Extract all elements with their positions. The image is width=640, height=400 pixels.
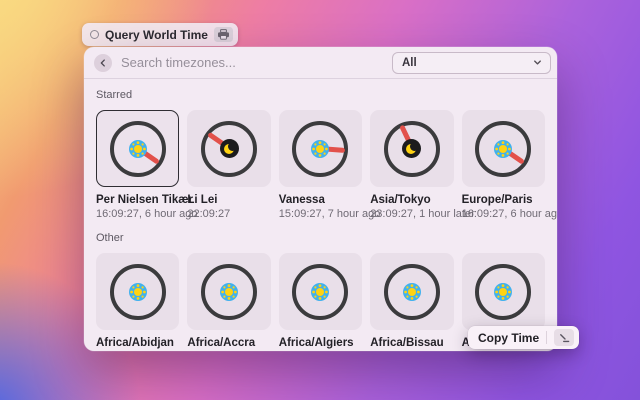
timezone-time: 16:09:27, 6 hour ago [462,209,545,220]
timezone-name: Li Lei [187,194,270,206]
launcher-pill[interactable]: Query World Time [82,23,238,46]
timezone-cell: Li Lei 22:09:27 [187,110,270,220]
timezone-card[interactable] [462,110,545,187]
timezone-name: Europe/Paris [462,194,545,206]
clock-face [110,264,166,320]
timezone-card[interactable] [462,253,545,330]
timezone-cell: Europe/Paris 16:09:27, 6 hour ago [462,110,545,220]
tooltip-divider [546,331,547,344]
copy-time-label: Copy Time [478,331,539,345]
timezone-card[interactable] [187,253,270,330]
timezone-card[interactable] [370,110,453,187]
clock-face [292,264,348,320]
timezone-cell: Africa/Accra [187,253,270,349]
command-circle-icon [90,30,99,39]
timezone-time: 16:09:27, 6 hour ago [96,209,179,220]
timezone-name: Vanessa [279,194,362,206]
day-night-icon [129,283,147,301]
timezone-card[interactable] [279,110,362,187]
timezone-card[interactable] [370,253,453,330]
timezone-cell: Africa/Abidjan [96,253,179,349]
timezone-card[interactable] [187,110,270,187]
clock-face [475,121,531,177]
dropdown-value: All [402,57,417,69]
day-night-icon [220,139,239,158]
section-label-starred: Starred [96,89,545,102]
day-night-icon [220,283,238,301]
day-night-icon [311,283,329,301]
timezone-time: 23:09:27, 1 hour later [370,209,453,220]
timezone-time: 22:09:27 [187,209,270,220]
day-night-icon [494,140,512,158]
filter-dropdown[interactable]: All [392,52,551,74]
clock-face [384,121,440,177]
back-button[interactable] [94,54,112,72]
clock-face [292,121,348,177]
timezone-name: Africa/Accra [187,337,270,349]
timezone-card[interactable] [96,110,179,187]
world-time-panel: All Starred Per Nielsen Ti [84,47,557,351]
timezone-cell: Africa/Bissau [370,253,453,349]
timezone-name: Africa/Abidjan [96,337,179,349]
day-night-icon [402,139,421,158]
day-night-icon [494,283,512,301]
chevron-left-icon [98,58,108,68]
enter-key-icon [554,329,574,346]
clock-face [201,121,257,177]
timezone-cell: Asia/Tokyo 23:09:27, 1 hour later [370,110,453,220]
timezone-card[interactable] [96,253,179,330]
timezone-name: Africa/Bissau [370,337,453,349]
day-night-icon [403,283,421,301]
clock-face [384,264,440,320]
panel-content: Starred Per Nielsen Tikær 16:09:27, 6 ho… [84,89,557,349]
timezone-time: 15:09:27, 7 hour ago [279,209,362,220]
day-night-icon [129,140,147,158]
clock-face [201,264,257,320]
command-label: Query World Time [105,28,208,42]
timezone-cell: Per Nielsen Tikær 16:09:27, 6 hour ago [96,110,179,220]
day-night-icon [311,140,329,158]
chevron-down-icon [532,57,543,68]
clock-face [110,121,166,177]
timezone-name: Per Nielsen Tikær [96,194,179,206]
timezone-name: Africa/Algiers [279,337,362,349]
timezone-cell: Vanessa 15:09:27, 7 hour ago [279,110,362,220]
search-input[interactable] [121,55,383,70]
timezone-card[interactable] [279,253,362,330]
section-label-other: Other [96,232,545,245]
desktop-background: Query World Time All [0,0,640,400]
timezone-cell: Africa/Algiers [279,253,362,349]
printer-icon [214,27,233,42]
timezone-name: Asia/Tokyo [370,194,453,206]
starred-grid: Per Nielsen Tikær 16:09:27, 6 hour ago L… [96,110,545,220]
copy-time-action[interactable]: Copy Time [468,326,579,349]
clock-face [475,264,531,320]
search-bar: All [84,47,557,79]
